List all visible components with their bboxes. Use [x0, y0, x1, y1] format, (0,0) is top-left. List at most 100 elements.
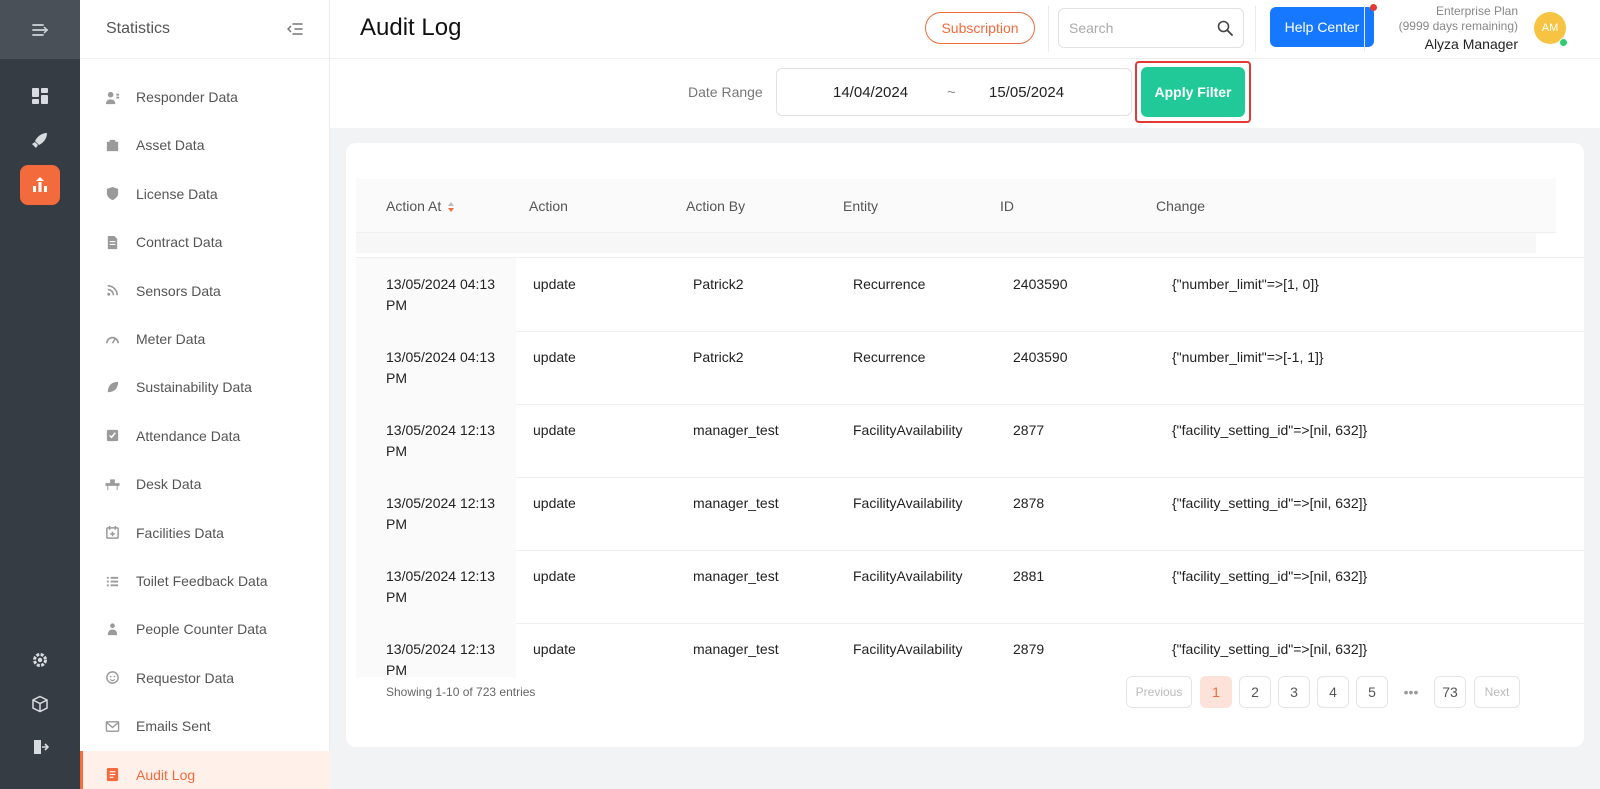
settings-icon: [33, 653, 47, 667]
table-row[interactable]: 13/05/2024 12:13 PM update manager_test Fac…: [356, 550, 1584, 624]
column-header-action-by: Action By: [686, 198, 746, 214]
sidebar-item-responder-data[interactable]: Responder Data: [80, 73, 330, 121]
desk-icon: [104, 476, 120, 492]
page-button-last[interactable]: 73: [1434, 676, 1466, 708]
meter-icon: [104, 331, 120, 347]
rocket-icon: [32, 133, 47, 148]
action-cell: update: [533, 349, 576, 365]
calendar-icon: [104, 525, 120, 541]
table-body: 13/05/2024 04:13 PM update Patrick2 Recurre…: [356, 257, 1584, 677]
table-row[interactable]: 13/05/2024 12:13 PM update manager_test Fac…: [356, 404, 1584, 478]
entity-cell: FacilityAvailability: [853, 568, 963, 584]
sidebar-item-license-data[interactable]: License Data: [80, 170, 330, 218]
statistics-nav-button[interactable]: [20, 165, 60, 205]
search-box[interactable]: [1058, 8, 1244, 48]
start-date-field[interactable]: 14/04/2024: [833, 84, 908, 101]
date-separator: ~: [947, 84, 956, 101]
sidebar-item-label: People Counter Data: [136, 621, 267, 638]
sidebar-item-sensors-data[interactable]: Sensors Data: [80, 267, 330, 315]
search-input[interactable]: [1069, 20, 1209, 36]
header-divider: [1255, 6, 1256, 52]
column-header-action-at[interactable]: Action At: [386, 198, 455, 214]
sidebar-item-label: Sustainability Data: [136, 379, 252, 396]
action-cell: update: [533, 495, 576, 511]
sidebar-item-label: Facilities Data: [136, 524, 224, 541]
sidebar-item-people-counter-data[interactable]: People Counter Data: [80, 605, 330, 653]
logout-icon: [34, 740, 49, 754]
sort-icon[interactable]: [447, 201, 455, 213]
search-icon[interactable]: [1217, 20, 1233, 36]
sidebar-item-toilet-feedback-data[interactable]: Toilet Feedback Data: [80, 557, 330, 605]
sidebar-item-requestor-data[interactable]: Requestor Data: [80, 654, 330, 702]
responder-icon: [104, 89, 120, 105]
sidebar-item-label: Toilet Feedback Data: [136, 573, 268, 589]
sidebar-item-asset-data[interactable]: Asset Data: [80, 121, 330, 169]
action-cell: update: [533, 641, 576, 657]
page-button-4[interactable]: 4: [1317, 676, 1349, 708]
subscription-button[interactable]: Subscription: [925, 12, 1035, 44]
sidebar-item-sustainability-data[interactable]: Sustainability Data: [80, 363, 330, 411]
page-title: Audit Log: [360, 14, 462, 41]
sidebar-header: Statistics: [80, 0, 329, 59]
help-center-button[interactable]: Help Center: [1270, 4, 1377, 47]
filter-bar: Date Range 14/04/2024 ~ 15/05/2024 Apply…: [330, 59, 1600, 128]
action-by-cell: Patrick2: [693, 276, 744, 292]
id-cell: 2878: [1013, 495, 1045, 511]
table-row[interactable]: 13/05/2024 04:13 PM update Patrick2 Recurre…: [356, 331, 1584, 405]
sidebar-item-desk-data[interactable]: Desk Data: [80, 460, 330, 508]
action-at-cell: 13/05/2024 04:13 PM: [356, 331, 516, 405]
sidebar-item-label: License Data: [136, 185, 218, 202]
change-cell: {"number_limit"=>[1, 0]}: [1172, 276, 1319, 292]
page-button-1[interactable]: 1: [1200, 676, 1232, 708]
attendance-icon: [104, 428, 120, 444]
sidebar-item-contract-data[interactable]: Contract Data: [80, 218, 330, 266]
online-status-dot: [1559, 38, 1568, 47]
icon-rail: [0, 0, 80, 789]
action-by-cell: manager_test: [693, 641, 779, 657]
sidebar-item-meter-data[interactable]: Meter Data: [80, 315, 330, 363]
launch-nav-button[interactable]: [20, 120, 60, 160]
user-name[interactable]: Alyza Manager: [1425, 36, 1518, 52]
header-divider: [1048, 6, 1049, 52]
modules-nav-button[interactable]: [20, 684, 60, 724]
column-header-change: Change: [1156, 198, 1206, 214]
sidebar-item-attendance-data[interactable]: Attendance Data: [80, 412, 330, 460]
statistics-icon: [33, 177, 47, 192]
sidebar-item-facilities-data[interactable]: Facilities Data: [80, 509, 330, 557]
next-page-button[interactable]: Next: [1474, 676, 1520, 708]
action-by-cell: manager_test: [693, 568, 779, 584]
table-row[interactable]: 13/05/2024 12:13 PM update manager_test Fac…: [356, 623, 1584, 677]
collapse-sidebar-icon[interactable]: [287, 22, 303, 36]
settings-nav-button[interactable]: [20, 640, 60, 680]
action-cell: update: [533, 276, 576, 292]
header-divider: [1364, 6, 1365, 52]
column-header-label: Action At: [386, 198, 442, 214]
table-row[interactable]: 13/05/2024 04:13 PM update Patrick2 Recurre…: [356, 258, 1584, 332]
change-cell: {"facility_setting_id"=>[nil, 632]}: [1172, 641, 1368, 657]
logout-button[interactable]: [20, 727, 60, 767]
sidebar-item-label: Responder Data: [136, 89, 238, 105]
audit-log-card: Action At Action Action By Entity ID Cha…: [346, 143, 1584, 747]
sidebar-item-emails-sent[interactable]: Emails Sent: [80, 702, 330, 750]
previous-page-button[interactable]: Previous: [1126, 676, 1192, 708]
date-range-picker[interactable]: 14/04/2024 ~ 15/05/2024: [776, 68, 1132, 116]
table-header: Action At Action Action By Entity ID Cha…: [356, 179, 1556, 233]
sidebar-item-label: Emails Sent: [136, 718, 211, 735]
mail-icon: [104, 718, 120, 734]
id-cell: 2881: [1013, 568, 1045, 584]
menu-toggle-button[interactable]: [0, 0, 80, 59]
sidebar-item-audit-log[interactable]: Audit Log: [80, 750, 330, 789]
plan-remaining: (9999 days remaining): [1398, 19, 1518, 33]
dashboard-nav-button[interactable]: [20, 76, 60, 116]
id-cell: 2403590: [1013, 276, 1068, 292]
page-button-2[interactable]: 2: [1239, 676, 1271, 708]
action-at-cell: 13/05/2024 12:13 PM: [356, 477, 516, 551]
sidebar-item-label: Sensors Data: [136, 282, 221, 299]
help-center-label: Help Center: [1284, 19, 1360, 35]
apply-filter-button[interactable]: Apply Filter: [1141, 67, 1245, 117]
page-button-3[interactable]: 3: [1278, 676, 1310, 708]
table-row[interactable]: 13/05/2024 12:13 PM update manager_test Fac…: [356, 477, 1584, 551]
page-button-5[interactable]: 5: [1356, 676, 1388, 708]
end-date-field[interactable]: 15/05/2024: [989, 84, 1064, 101]
pagination-ellipsis[interactable]: •••: [1395, 676, 1427, 708]
